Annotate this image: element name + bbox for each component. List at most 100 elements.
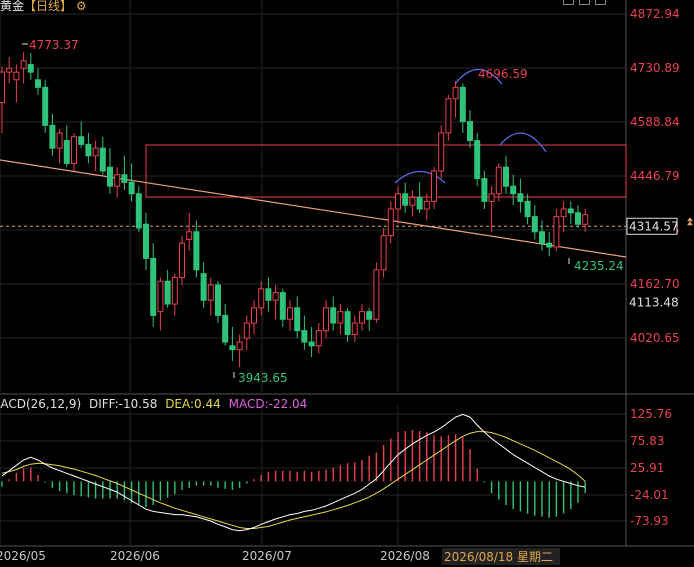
candle-body: [157, 280, 164, 313]
candle-body: [171, 276, 178, 305]
macd-tick-label: 75.83: [630, 434, 664, 448]
candle-body: [179, 242, 185, 278]
right-shoulder-arc: [499, 132, 547, 153]
macd-dea-label: DEA:0.44: [165, 397, 221, 411]
candle-body: [553, 216, 560, 248]
candle-body: [294, 307, 301, 332]
time-axis-label: 2026/06: [110, 549, 160, 563]
candle-body: [539, 231, 545, 244]
candle-body: [229, 345, 236, 351]
candle-body: [20, 60, 27, 69]
macd-title: MACD(26,12,9): [0, 397, 82, 411]
candle-body: [315, 330, 322, 347]
candle-body: [503, 166, 509, 187]
candle-body: [488, 193, 495, 202]
candle-body: [42, 86, 49, 126]
low-bottom-label: 3943.65: [238, 371, 288, 385]
gear-icon[interactable]: ⚙: [76, 0, 87, 13]
macd-tick-label: 125.76: [630, 407, 672, 421]
candle-body: [582, 214, 589, 225]
candle-body: [510, 185, 517, 195]
chart-header: 黄金【日线】 ⚙: [0, 0, 87, 14]
price-tick-label: 4730.89: [630, 61, 680, 75]
candle-body: [380, 235, 387, 271]
candle-body: [467, 121, 473, 142]
time-axis-label: 2026/07: [242, 549, 292, 563]
macd-diff-line: [1, 413, 586, 532]
high-left-label: 4773.37: [29, 38, 79, 52]
candle-body: [107, 166, 113, 187]
candle-body: [135, 193, 142, 229]
candle-body: [265, 288, 272, 301]
candle-body: [387, 208, 394, 237]
candle-body: [337, 311, 344, 324]
high-mid-label: 4696.59: [478, 67, 528, 81]
period-label[interactable]: 【日线】: [24, 0, 72, 13]
macd-tick-label: -73.93: [630, 514, 669, 528]
candle-body: [308, 341, 315, 347]
candle-body: [85, 143, 92, 157]
candles-group: [0, 51, 589, 368]
candle-body: [56, 132, 63, 149]
low-right-label: 4235.24: [574, 259, 624, 273]
candle-body: [344, 311, 351, 335]
candle-body: [438, 132, 445, 172]
candle-body: [431, 170, 437, 202]
candle-body: [531, 216, 538, 233]
candle-body: [330, 307, 337, 324]
candle-body: [524, 200, 531, 218]
candle-body: [35, 79, 41, 88]
candle-body: [272, 292, 279, 301]
macd-tick-label: -24.01: [630, 488, 669, 502]
candle-body: [99, 147, 106, 172]
candle-body: [459, 86, 466, 123]
candle-body: [373, 269, 380, 320]
candle-body: [186, 231, 193, 240]
toolbar-button-1[interactable]: [563, 0, 574, 5]
toolbar-button-3[interactable]: [595, 0, 606, 5]
chart-canvas[interactable]: 4872.944730.894588.844446.794304.754162.…: [0, 0, 694, 567]
candle-body: [416, 197, 423, 210]
candle-body: [236, 341, 243, 351]
resistance-rectangle: [145, 144, 627, 198]
candle-body: [409, 197, 416, 206]
candle-body: [193, 231, 200, 271]
candle-body: [546, 242, 553, 248]
candle-body: [215, 284, 221, 316]
candle-body: [258, 288, 265, 309]
candle-body: [13, 71, 20, 81]
candle-body: [207, 284, 214, 301]
candle-body: [71, 136, 77, 164]
macd-header: MACD(26,12,9) DIFF:-10.58 DEA:0.44 MACD:…: [0, 397, 311, 411]
candle-body: [78, 136, 85, 145]
candle-body: [27, 64, 34, 73]
candle-body: [560, 208, 567, 218]
macd-tick-label: 25.91: [630, 461, 664, 475]
candle-body: [279, 292, 286, 320]
time-axis-label: 2026/05: [0, 549, 46, 563]
candle-body: [495, 166, 502, 195]
candle-body: [575, 212, 581, 225]
candle-body: [445, 98, 452, 134]
candle-body: [402, 193, 409, 206]
time-axis-label: 2026/08: [380, 549, 430, 563]
candle-body: [200, 273, 207, 301]
candle-body: [143, 223, 149, 259]
candle-body: [251, 307, 257, 324]
candle-body: [351, 322, 358, 335]
price-tick-label: 4020.65: [630, 331, 680, 345]
price-tick-label: 4588.84: [630, 115, 680, 129]
candle-body: [517, 193, 524, 202]
candle-body: [114, 174, 121, 187]
current-price-label: 4314.57: [629, 219, 679, 233]
candle-body: [121, 174, 128, 183]
toolbar-button-2[interactable]: [579, 0, 590, 5]
macd-value-label: MACD:-22.04: [228, 397, 308, 411]
candle-body: [243, 322, 250, 339]
candle-body: [567, 208, 574, 214]
candle-body: [63, 140, 70, 164]
candle-body: [474, 140, 481, 180]
candle-body: [452, 86, 459, 100]
candle-body: [423, 200, 430, 210]
candle-body: [92, 147, 99, 157]
